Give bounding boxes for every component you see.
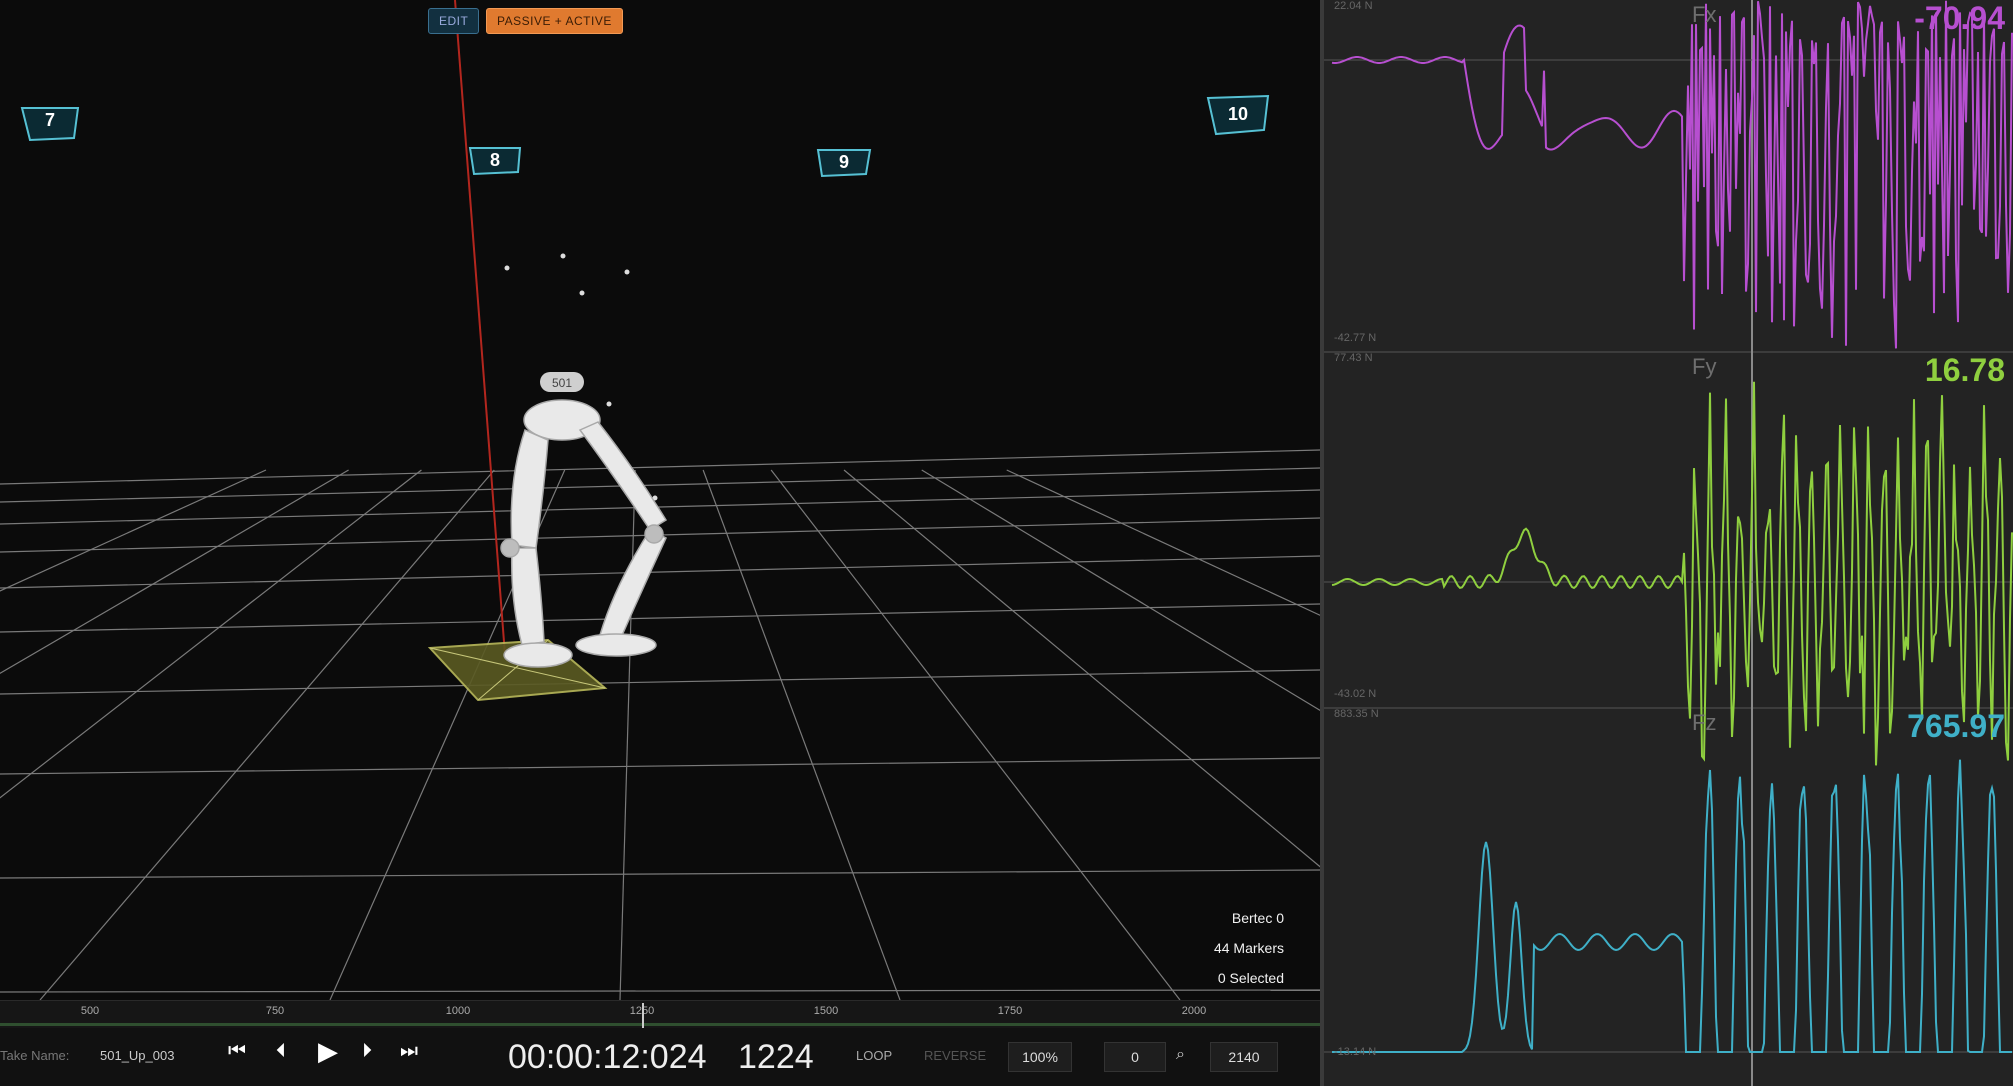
timeline-tick: 1000 bbox=[445, 1005, 471, 1017]
selected-count: 0 Selected bbox=[1217, 970, 1284, 986]
fx-graph-panel: Fx -70.94 22.04 N -42.77 N bbox=[1324, 0, 2013, 352]
viewport-stats: Bertec 0 44 Markers 0 Selected bbox=[1214, 903, 1284, 993]
step-back-icon[interactable]: ⏴ bbox=[276, 1040, 286, 1063]
take-name-label: Take Name: bbox=[0, 1048, 70, 1063]
play-icon[interactable]: ▶ bbox=[318, 1036, 338, 1067]
fx-label: Fx bbox=[1692, 2, 1717, 27]
fy-label: Fy bbox=[1692, 354, 1717, 379]
fz-label: Fz bbox=[1692, 710, 1717, 735]
timeline-tick: 1750 bbox=[997, 1005, 1023, 1017]
reverse-toggle[interactable]: REVERSE bbox=[924, 1048, 986, 1063]
timeline-tick: 2000 bbox=[1181, 1005, 1207, 1017]
fy-max: 77.43 N bbox=[1334, 352, 1373, 364]
range-start-field[interactable]: 0 bbox=[1104, 1042, 1166, 1072]
3d-viewport[interactable]: 501 EDIT PASSIVE + ACTIVE 7 8 9 10 Berte… bbox=[0, 0, 1320, 1000]
timeline-tick: 500 bbox=[80, 1005, 100, 1017]
step-forward-icon[interactable]: ⏵ bbox=[362, 1040, 372, 1063]
playhead[interactable] bbox=[642, 1003, 644, 1029]
fy-graph-panel: Fy 16.78 77.43 N -43.02 N bbox=[1324, 352, 2013, 708]
timeline-tick: 1500 bbox=[813, 1005, 839, 1017]
range-end-field[interactable]: 2140 bbox=[1210, 1042, 1278, 1072]
frame-number: 1224 bbox=[738, 1038, 814, 1076]
timecode-display: 00:00:12:024 bbox=[508, 1038, 707, 1076]
fz-value: 765.97 bbox=[1907, 708, 2005, 744]
skeleton bbox=[500, 399, 668, 668]
fx-max: 22.04 N bbox=[1334, 0, 1373, 12]
force-graph-pane[interactable]: Fx -70.94 22.04 N -42.77 N Fy 16.78 77.4… bbox=[1320, 0, 2013, 1086]
device-label: Bertec 0 bbox=[1231, 910, 1284, 926]
skip-to-end-icon[interactable]: ⏭ bbox=[400, 1040, 418, 1063]
fy-min: -43.02 N bbox=[1334, 688, 1377, 700]
marker-mode-button[interactable]: PASSIVE + ACTIVE bbox=[486, 8, 623, 34]
fz-min: -13.14 N bbox=[1334, 1046, 1377, 1058]
skip-to-start-icon[interactable]: ⏮ bbox=[228, 1040, 246, 1063]
loop-toggle[interactable]: LOOP bbox=[856, 1048, 892, 1063]
marker-count: 44 Markers bbox=[1213, 940, 1284, 956]
edit-mode-button[interactable]: EDIT bbox=[428, 8, 480, 34]
fy-value: 16.78 bbox=[1924, 352, 2005, 388]
timeline-scrubber[interactable]: 500 750 1000 1250 1500 1750 2000 bbox=[0, 1000, 1320, 1029]
timeline-tick: 750 bbox=[265, 1005, 285, 1017]
fz-graph-panel: Fz 765.97 883.35 N -13.14 N bbox=[1324, 708, 2013, 1086]
force-vector-line bbox=[454, 0, 506, 656]
fx-value: -70.94 bbox=[1914, 0, 2005, 36]
fz-max: 883.35 N bbox=[1334, 708, 1379, 720]
viewport-scene: 501 bbox=[0, 0, 1320, 1000]
transport-bar: Take Name: 501_Up_003 ⏮ ⏴ ▶ ⏵ ⏭ 00:00:12… bbox=[0, 1028, 1320, 1086]
take-name-value[interactable]: 501_Up_003 bbox=[100, 1048, 174, 1063]
binoculars-icon[interactable]: ⌕ bbox=[1176, 1046, 1185, 1064]
speed-select[interactable]: 100% bbox=[1008, 1042, 1072, 1072]
timeline-track bbox=[0, 1023, 1320, 1026]
fx-min: -42.77 N bbox=[1334, 332, 1377, 344]
skeleton-label: 501 bbox=[552, 376, 572, 390]
